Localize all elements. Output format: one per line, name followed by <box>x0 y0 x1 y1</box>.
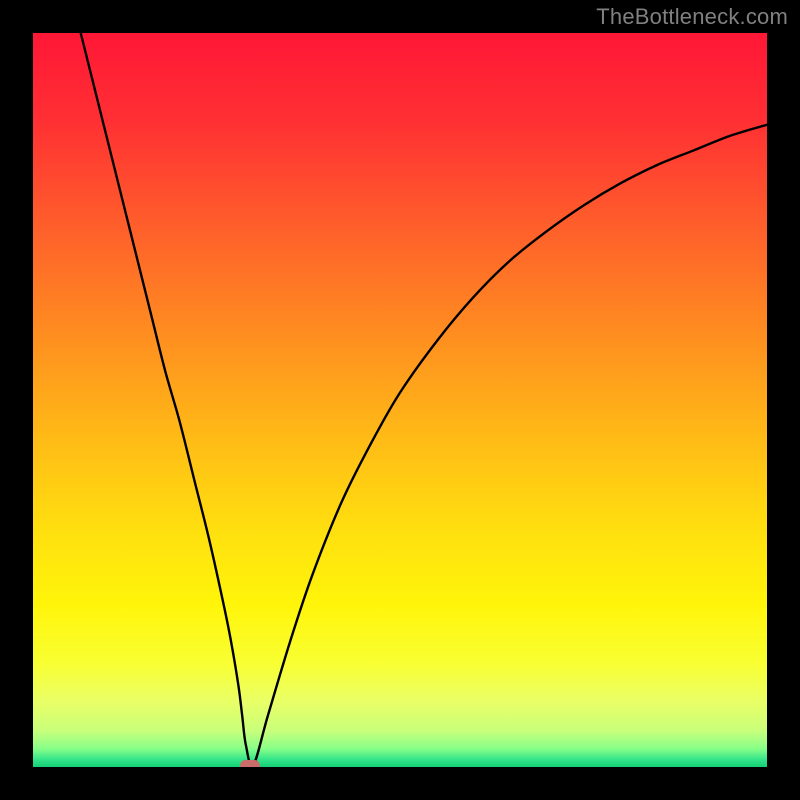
watermark-text: TheBottleneck.com <box>596 4 788 30</box>
minimum-marker <box>240 760 260 767</box>
outer-frame: TheBottleneck.com <box>0 0 800 800</box>
plot-area <box>33 33 767 767</box>
bottleneck-curve <box>33 33 767 767</box>
